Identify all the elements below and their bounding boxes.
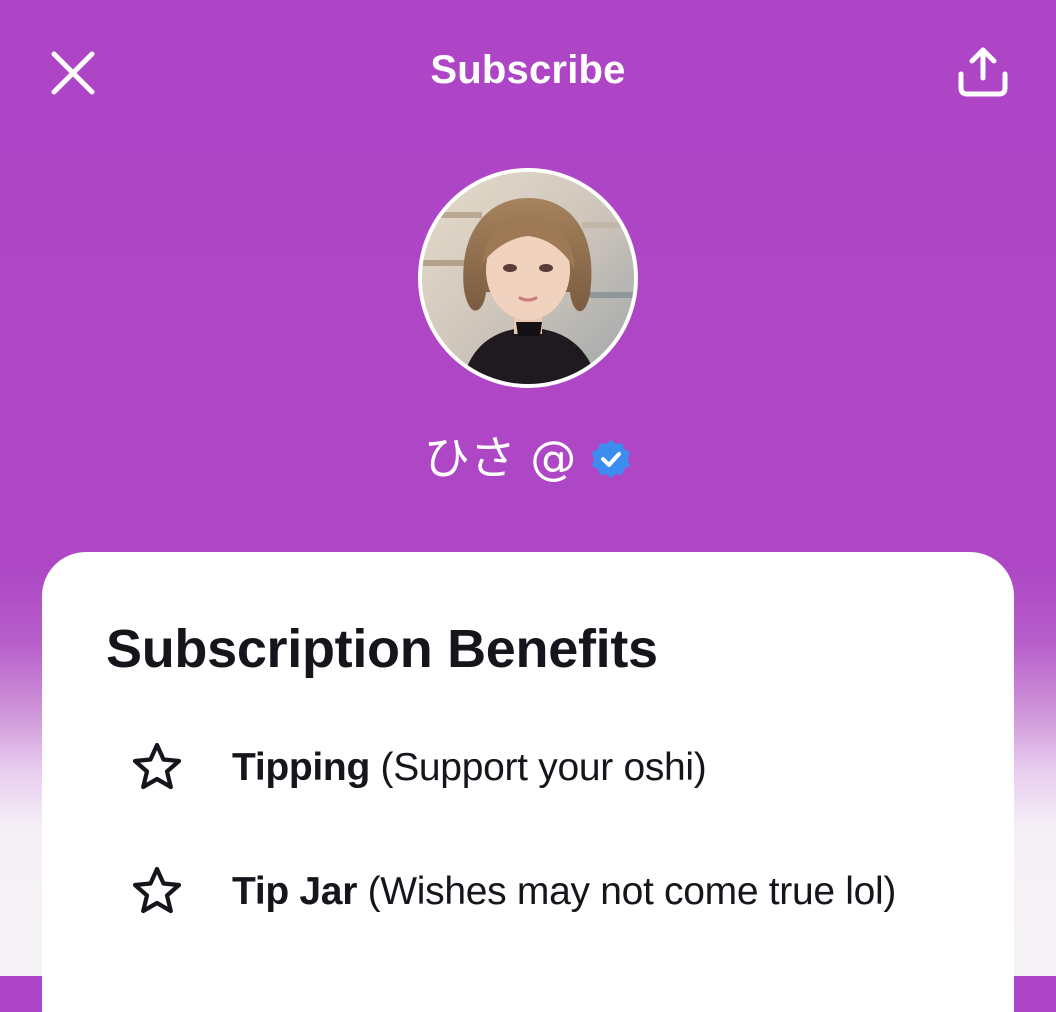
benefit-text: Tip Jar (Wishes may not come true lol) xyxy=(232,870,896,914)
star-icon xyxy=(132,742,182,790)
share-icon xyxy=(958,47,1008,97)
benefit-item-tipping: Tipping (Support your oshi) xyxy=(128,738,707,798)
benefit-detail: (Wishes may not come true lol) xyxy=(357,870,897,913)
star-icon xyxy=(132,866,182,914)
avatar-photo xyxy=(422,172,634,384)
profile-avatar[interactable] xyxy=(418,168,638,388)
profile-name-row: ひさ @ xyxy=(0,428,1056,488)
benefit-item-tip-jar: Tip Jar (Wishes may not come true lol) xyxy=(128,862,896,922)
benefits-card: Subscription Benefits Tipping (Support y… xyxy=(42,552,1014,1012)
benefit-detail: (Support your oshi) xyxy=(369,746,707,789)
profile-name: ひさ @ xyxy=(423,431,577,485)
benefits-title: Subscription Benefits xyxy=(106,619,658,679)
header-bar: Subscribe xyxy=(0,0,1056,140)
benefit-text: Tipping (Support your oshi) xyxy=(232,746,707,790)
benefit-label: Tipping xyxy=(232,746,370,789)
page-title: Subscribe xyxy=(430,48,626,92)
benefit-label: Tip Jar xyxy=(232,870,358,913)
share-button[interactable] xyxy=(955,44,1011,100)
verified-badge-icon xyxy=(592,440,631,478)
